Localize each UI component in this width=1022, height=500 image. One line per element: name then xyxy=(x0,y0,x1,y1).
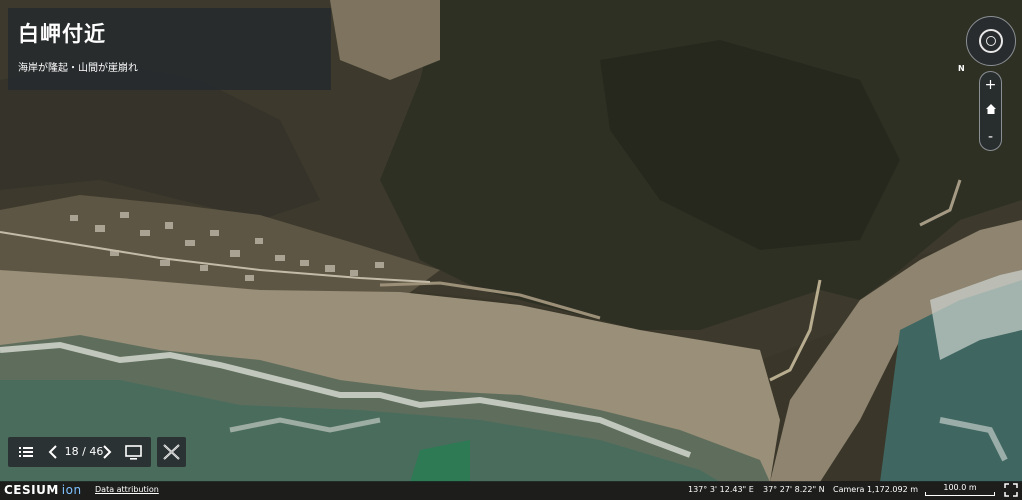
latitude-readout: 37° 27' 8.22" N xyxy=(763,485,825,494)
credit-bar: CESIUM ion Data attribution 137° 3' 12.43… xyxy=(0,481,1022,500)
presentation-icon[interactable] xyxy=(124,437,144,467)
data-attribution-link[interactable]: Data attribution xyxy=(95,484,159,496)
compass-icon[interactable] xyxy=(966,16,1016,66)
longitude-readout: 137° 3' 12.43" E xyxy=(688,485,754,494)
chevron-left-icon[interactable] xyxy=(48,437,58,467)
home-icon xyxy=(985,104,996,114)
camera-height-readout: Camera 1,172.092 m xyxy=(833,485,918,494)
north-label: N xyxy=(958,64,965,73)
compass-ring[interactable] xyxy=(979,29,1003,53)
zoom-out-button[interactable]: - xyxy=(980,128,1001,146)
cesium-logo-suffix: ion xyxy=(61,483,82,497)
cesium-ion-logo[interactable]: CESIUM ion xyxy=(4,482,82,499)
zoom-control: + - xyxy=(979,71,1002,151)
story-title: 白岬付近 xyxy=(18,22,106,46)
close-button[interactable] xyxy=(157,437,186,467)
scale-bar: 100.0 m xyxy=(925,483,995,496)
compass-center[interactable] xyxy=(986,36,996,46)
scale-line xyxy=(925,492,995,496)
story-title-panel: 白岬付近 海岸が隆起・山間が崖崩れ xyxy=(8,8,331,90)
home-button[interactable] xyxy=(980,102,1001,120)
zoom-in-button[interactable]: + xyxy=(980,76,1001,94)
list-icon[interactable] xyxy=(18,437,34,467)
chevron-right-icon[interactable] xyxy=(102,437,112,467)
close-icon xyxy=(163,444,180,460)
cesium-logo-text: CESIUM xyxy=(4,483,59,497)
page-indicator: 18 / 46 xyxy=(64,445,104,458)
story-subtitle: 海岸が隆起・山間が崖崩れ xyxy=(18,63,138,74)
fullscreen-icon[interactable] xyxy=(1004,483,1018,497)
story-navigation-bar: 18 / 46 xyxy=(8,437,151,467)
